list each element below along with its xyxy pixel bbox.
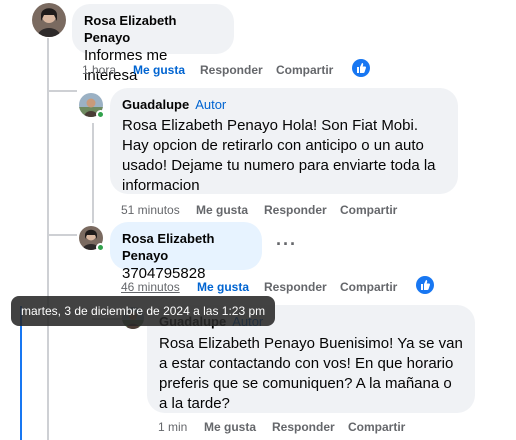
like-button[interactable]: Me gusta	[133, 62, 185, 78]
online-status-icon	[96, 243, 105, 252]
comment-actions: 1 hora Me gusta Responder Compartir	[82, 62, 382, 78]
reply-button[interactable]: Responder	[272, 419, 335, 435]
comment-author[interactable]: Rosa Elizabeth Penayo	[122, 230, 250, 264]
focus-indicator	[20, 306, 22, 440]
thread-line	[47, 38, 49, 440]
share-button[interactable]: Compartir	[340, 279, 397, 295]
like-button[interactable]: Me gusta	[197, 279, 249, 295]
comment-text: Rosa Elizabeth Penayo Hola! Son Fiat Mob…	[122, 117, 436, 194]
thread-line-2	[92, 123, 94, 223]
reply-button[interactable]: Responder	[264, 279, 327, 295]
comment-author[interactable]: Guadalupe Autor	[122, 96, 446, 113]
like-reaction-icon[interactable]	[416, 276, 434, 294]
comment-time[interactable]: 1 hora	[82, 62, 116, 78]
comment-time[interactable]: 46 minutos	[121, 279, 180, 295]
thread-branch	[47, 90, 77, 92]
author-name[interactable]: Guadalupe	[122, 97, 189, 112]
thread-branch-2	[47, 234, 77, 236]
comment-bubble: Guadalupe Autor Rosa Elizabeth Penayo Hol…	[110, 88, 458, 194]
comment-actions: 46 minutos Me gusta Responder Compartir	[121, 279, 421, 295]
share-button[interactable]: Compartir	[276, 62, 333, 78]
comment-time[interactable]: 51 minutos	[121, 202, 180, 218]
comment-actions: 1 min Me gusta Responder Compartir	[158, 419, 458, 435]
avatar[interactable]	[32, 3, 66, 37]
comment-author[interactable]: Rosa Elizabeth Penayo	[84, 12, 222, 46]
share-button[interactable]: Compartir	[340, 202, 397, 218]
ellipsis-icon[interactable]: ···	[276, 234, 297, 255]
like-button[interactable]: Me gusta	[196, 202, 248, 218]
author-badge: Autor	[195, 97, 227, 112]
reply-button[interactable]: Responder	[264, 202, 327, 218]
timestamp-tooltip: martes, 3 de diciembre de 2024 a las 1:2…	[11, 296, 276, 326]
comment-time[interactable]: 1 min	[158, 419, 187, 435]
comment-text: Rosa Elizabeth Penayo Buenisimo! Ya se v…	[159, 335, 463, 412]
share-button[interactable]: Compartir	[348, 419, 405, 435]
like-reaction-icon[interactable]	[352, 59, 370, 77]
comment-bubble: Rosa Elizabeth Penayo 3704795828	[110, 222, 262, 282]
comment-bubble: Rosa Elizabeth Penayo Informes me intere…	[72, 4, 234, 84]
like-button[interactable]: Me gusta	[204, 419, 256, 435]
reply-button[interactable]: Responder	[200, 62, 263, 78]
comment-actions: 51 minutos Me gusta Responder Compartir	[121, 202, 421, 218]
online-status-icon	[96, 110, 105, 119]
